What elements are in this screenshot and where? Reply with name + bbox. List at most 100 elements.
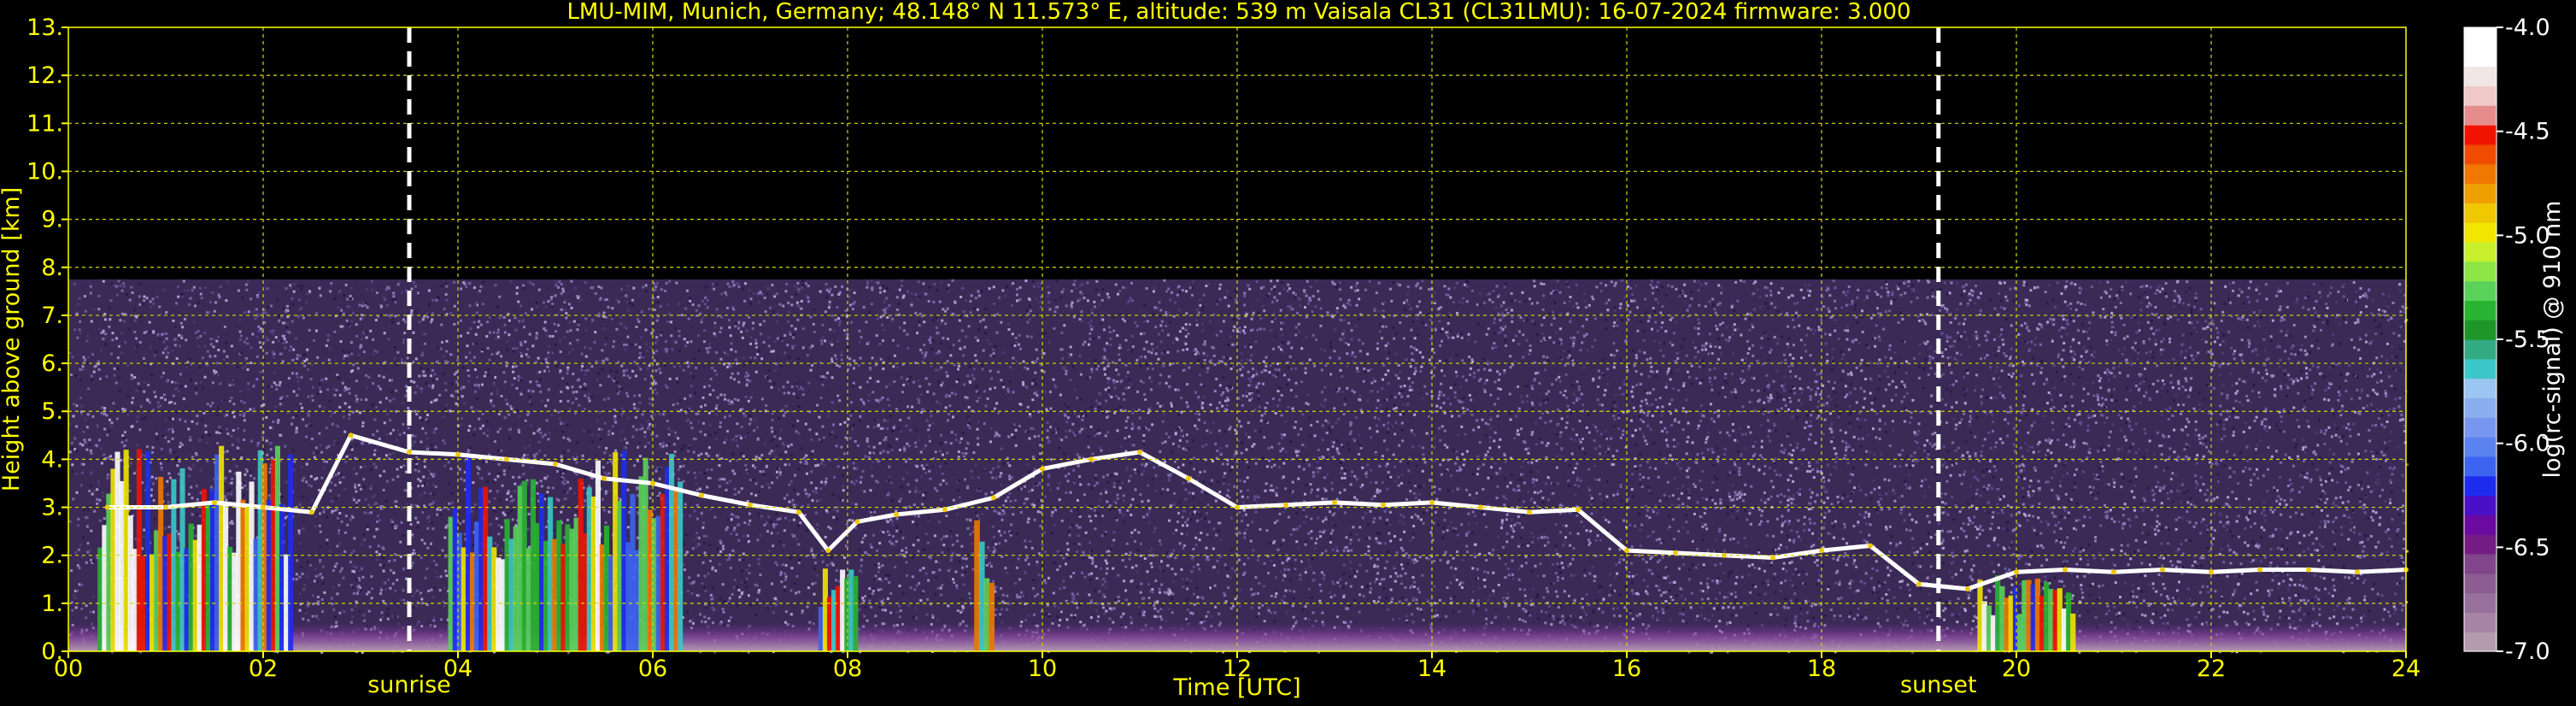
noise-speckle bbox=[1311, 310, 1314, 314]
noise-speckle bbox=[1646, 535, 1650, 538]
noise-speckle bbox=[509, 280, 513, 283]
noise-speckle bbox=[2148, 385, 2151, 388]
noise-speckle bbox=[2374, 424, 2378, 427]
noise-speckle bbox=[2347, 576, 2350, 580]
noise-speckle bbox=[1154, 580, 1158, 583]
noise-speckle bbox=[431, 298, 435, 302]
noise-speckle bbox=[2204, 320, 2208, 323]
noise-speckle bbox=[1601, 358, 1605, 362]
noise-speckle bbox=[492, 331, 496, 334]
noise-speckle bbox=[1238, 511, 1241, 515]
noise-speckle bbox=[1065, 429, 1068, 432]
noise-speckle bbox=[2185, 350, 2188, 353]
noise-speckle bbox=[337, 584, 341, 587]
noise-speckle bbox=[213, 369, 216, 373]
noise-speckle bbox=[707, 454, 710, 457]
noise-speckle bbox=[1222, 391, 1225, 394]
noise-speckle bbox=[166, 479, 169, 483]
noise-speckle bbox=[1858, 411, 1862, 415]
noise-speckle bbox=[2307, 599, 2310, 603]
noise-speckle bbox=[1324, 550, 1328, 552]
noise-speckle bbox=[1885, 286, 1888, 290]
noise-speckle bbox=[764, 310, 767, 314]
noise-speckle bbox=[2311, 512, 2315, 515]
noise-speckle bbox=[1376, 406, 1379, 409]
noise-speckle bbox=[1134, 321, 1137, 324]
noise-speckle bbox=[481, 348, 484, 351]
noise-speckle bbox=[2240, 291, 2244, 294]
noise-speckle bbox=[1966, 372, 1969, 374]
noise-speckle bbox=[1214, 605, 1217, 609]
noise-speckle bbox=[1323, 574, 1326, 577]
noise-speckle bbox=[792, 336, 795, 339]
noise-speckle bbox=[2226, 574, 2229, 578]
noise-speckle bbox=[1237, 439, 1241, 443]
noise-speckle bbox=[2029, 479, 2033, 482]
noise-speckle bbox=[1691, 539, 1694, 543]
noise-speckle bbox=[165, 379, 168, 383]
noise-speckle bbox=[1742, 280, 1746, 284]
noise-speckle bbox=[946, 307, 949, 310]
noise-speckle bbox=[1203, 620, 1206, 623]
noise-speckle bbox=[1227, 343, 1230, 346]
noise-speckle bbox=[2074, 546, 2077, 550]
noise-speckle bbox=[305, 462, 308, 466]
noise-speckle bbox=[300, 287, 303, 291]
noise-speckle bbox=[1686, 370, 1689, 374]
noise-speckle bbox=[2239, 505, 2242, 509]
noise-speckle bbox=[2337, 391, 2340, 394]
noise-speckle bbox=[928, 424, 931, 427]
noise-speckle bbox=[1816, 386, 1820, 390]
noise-speckle bbox=[682, 464, 685, 468]
noise-speckle bbox=[577, 321, 580, 324]
noise-speckle bbox=[1358, 538, 1361, 542]
noise-speckle bbox=[785, 282, 789, 285]
noise-speckle bbox=[1461, 301, 1464, 304]
noise-speckle bbox=[441, 341, 443, 344]
noise-speckle bbox=[1477, 599, 1480, 602]
noise-speckle bbox=[751, 327, 754, 330]
noise-speckle bbox=[1294, 293, 1297, 297]
noise-speckle bbox=[1758, 305, 1762, 309]
noise-speckle bbox=[2070, 281, 2074, 285]
noise-speckle bbox=[1763, 389, 1766, 392]
noise-speckle bbox=[75, 312, 79, 315]
noise-speckle bbox=[316, 596, 320, 598]
noise-speckle bbox=[1304, 371, 1307, 374]
noise-speckle bbox=[2145, 351, 2148, 355]
noise-speckle bbox=[1512, 530, 1516, 533]
noise-speckle bbox=[707, 384, 711, 387]
noise-speckle bbox=[1367, 550, 1370, 553]
noise-speckle bbox=[508, 466, 511, 469]
noise-speckle bbox=[2186, 433, 2190, 437]
noise-speckle bbox=[1945, 308, 1949, 311]
noise-speckle bbox=[1059, 587, 1062, 591]
noise-speckle bbox=[1642, 435, 1646, 438]
noise-speckle bbox=[1661, 305, 1664, 308]
noise-speckle bbox=[919, 392, 923, 396]
noise-speckle bbox=[2327, 520, 2330, 523]
noise-speckle bbox=[1718, 620, 1722, 623]
noise-speckle bbox=[1471, 612, 1475, 615]
noise-speckle bbox=[1505, 497, 1508, 501]
noise-speckle bbox=[842, 489, 845, 492]
noise-speckle bbox=[1601, 610, 1605, 614]
noise-speckle bbox=[1487, 327, 1490, 331]
noise-speckle bbox=[309, 485, 313, 488]
noise-speckle bbox=[1000, 586, 1002, 590]
noise-speckle bbox=[2021, 503, 2025, 506]
noise-speckle bbox=[430, 401, 433, 404]
noise-speckle bbox=[1735, 466, 1738, 469]
noise-speckle bbox=[2158, 290, 2162, 293]
noise-speckle bbox=[796, 524, 800, 527]
noise-speckle bbox=[1957, 338, 1961, 341]
noise-speckle bbox=[992, 348, 995, 351]
noise-speckle bbox=[2027, 562, 2031, 566]
noise-speckle bbox=[354, 604, 357, 608]
noise-speckle bbox=[1619, 436, 1622, 439]
noise-speckle bbox=[1401, 439, 1405, 443]
noise-speckle bbox=[1159, 404, 1162, 408]
noise-speckle bbox=[1336, 450, 1339, 453]
noise-speckle bbox=[2157, 522, 2161, 526]
noise-speckle bbox=[2086, 429, 2090, 432]
